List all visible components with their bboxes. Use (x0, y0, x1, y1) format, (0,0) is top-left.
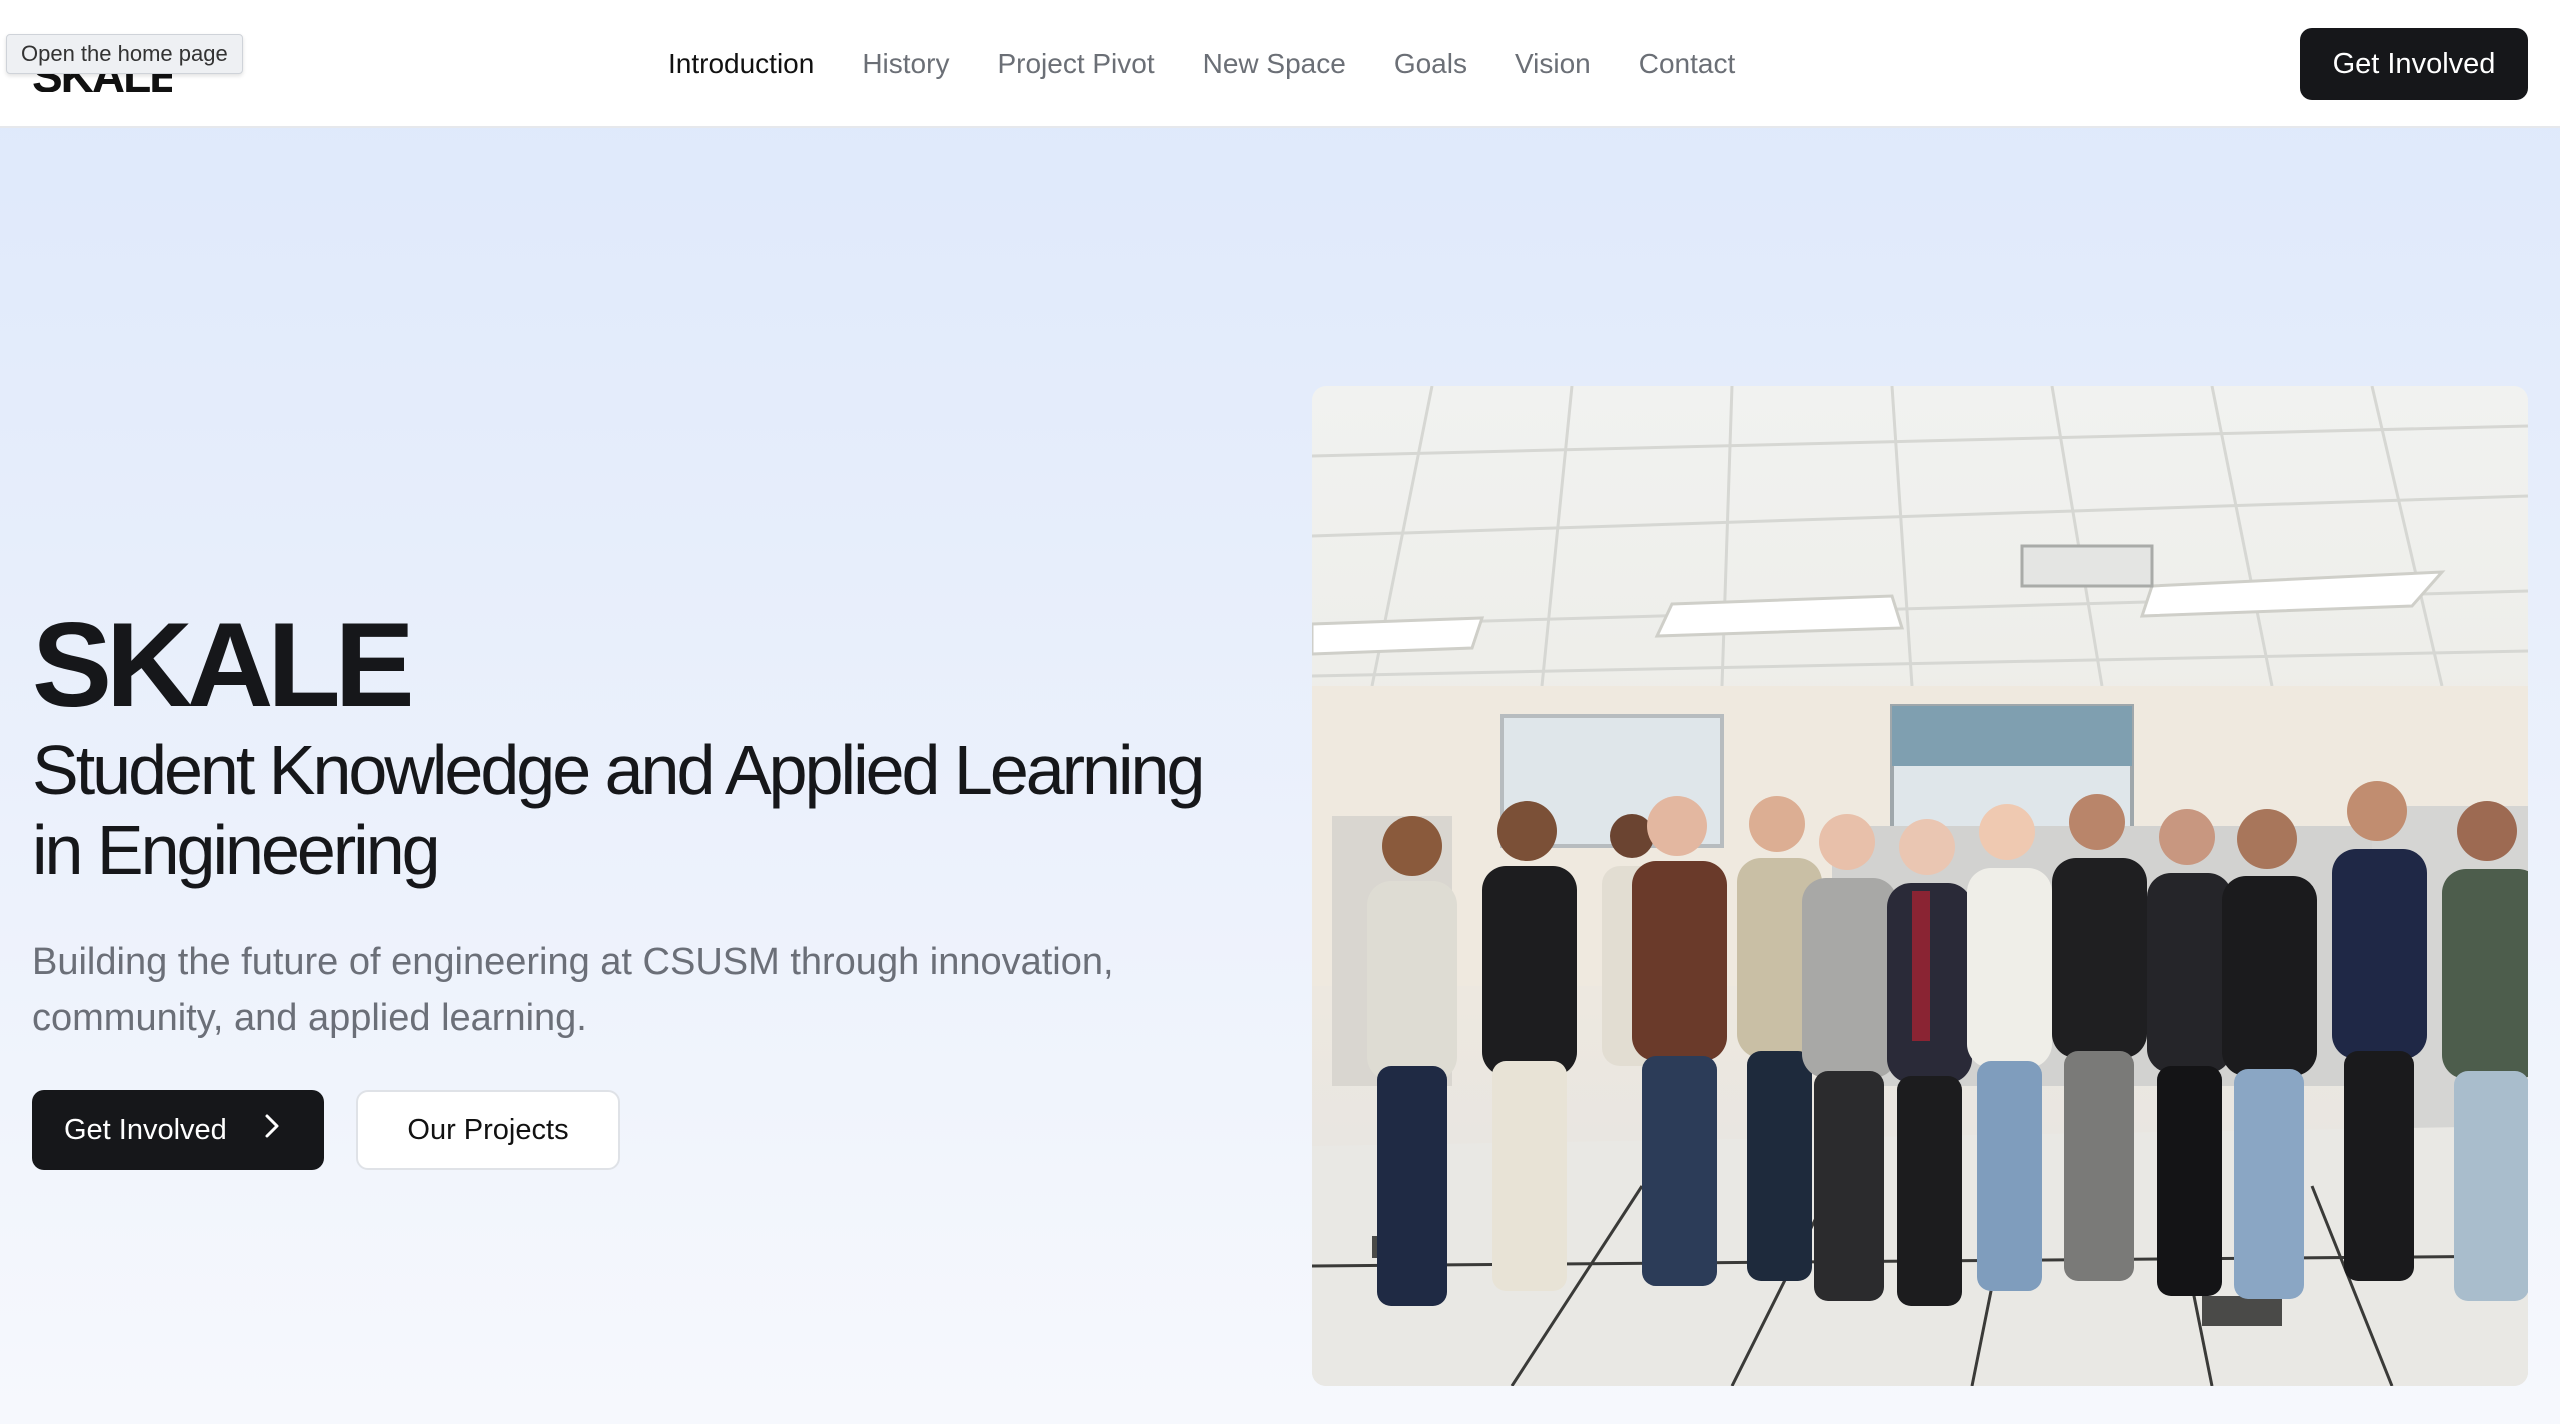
home-link-tooltip: Open the home page (6, 34, 243, 74)
get-involved-button[interactable]: Get Involved (32, 1090, 324, 1170)
nav-link-new-space[interactable]: New Space (1203, 40, 1346, 88)
our-projects-button[interactable]: Our Projects (356, 1090, 620, 1170)
team-photo-illustration (1312, 386, 2528, 1386)
header-get-involved-button[interactable]: Get Involved (2300, 28, 2528, 100)
hero-description: Building the future of engineering at CS… (32, 941, 1114, 1039)
chevron-right-icon (263, 1113, 281, 1147)
nav-link-contact[interactable]: Contact (1639, 40, 1736, 88)
hero-text: SKALE Student Knowledge and Applied Lear… (32, 600, 1252, 1046)
top-navigation-bar: SKALE Open the home page Introduction Hi… (0, 0, 2560, 128)
hero-subtitle: Student Knowledge and Applied Learning i… (32, 731, 1205, 889)
nav-link-project-pivot[interactable]: Project Pivot (997, 40, 1154, 88)
team-photo (1312, 386, 2528, 1386)
nav-link-history[interactable]: History (862, 40, 949, 88)
hero-buttons: Get Involved Our Projects (32, 1090, 620, 1170)
get-involved-label: Get Involved (64, 1113, 227, 1146)
nav-link-introduction[interactable]: Introduction (668, 40, 814, 88)
nav-link-goals[interactable]: Goals (1394, 40, 1467, 88)
hero-title: SKALE (32, 598, 415, 732)
nav-link-vision[interactable]: Vision (1515, 40, 1591, 88)
main-nav: Introduction History Project Pivot New S… (668, 40, 1735, 88)
